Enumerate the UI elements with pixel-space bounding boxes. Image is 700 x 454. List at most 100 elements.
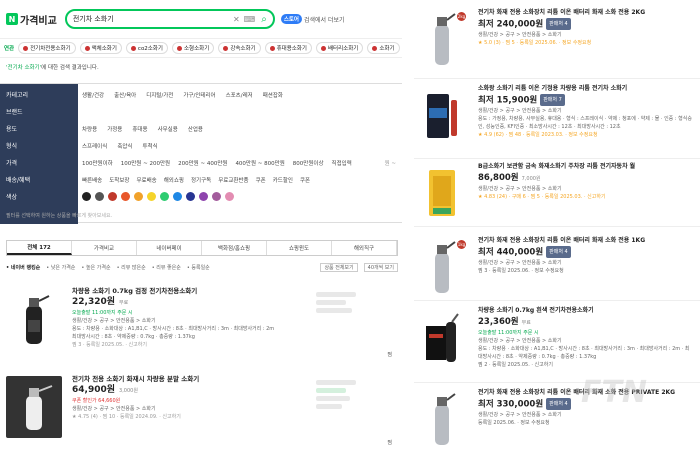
filter-option[interactable]: 100만원이하	[82, 159, 113, 167]
product-image[interactable]: 2kg	[414, 8, 470, 70]
product-image[interactable]	[414, 84, 470, 146]
product-name[interactable]: B급소화기 보관함 금속 화재소화기 주차장 리튬 전기자동차 월	[478, 162, 694, 172]
filter-option[interactable]: 도착보장	[109, 176, 129, 184]
view-filter-select[interactable]: 상품 전체보기	[320, 262, 358, 272]
tag-item[interactable]: 휴대용소화기	[264, 42, 312, 54]
filter-option[interactable]: 산업용	[188, 125, 203, 133]
page-size-select[interactable]: 40개씩 보기	[363, 262, 398, 272]
product-image[interactable]	[414, 388, 470, 450]
wishlist-button[interactable]: 찜	[387, 439, 392, 446]
color-swatch[interactable]	[121, 192, 130, 201]
product-image[interactable]	[414, 162, 470, 224]
price-range-input[interactable]: 원 ~	[385, 159, 396, 167]
product-card[interactable]: 소화왕 소화기 리튬 이온 기정용 차량용 리튬 전기차 소화기 최저 15,9…	[414, 84, 700, 154]
color-swatch[interactable]	[108, 192, 117, 201]
filter-option[interactable]: 휴대용	[132, 125, 147, 133]
filter-option[interactable]: 생활/건강	[82, 91, 104, 99]
seller-name[interactable]	[316, 396, 350, 401]
color-swatch[interactable]	[173, 192, 182, 201]
search-icon[interactable]: ⌕	[261, 14, 267, 25]
sort-option[interactable]: • 등록일순	[187, 264, 210, 271]
seller-name[interactable]	[316, 308, 352, 313]
product-name[interactable]: 전기차 화재 전용 소화장치 리튬 이온 배터리 화재 소화 전용 1KG	[478, 236, 694, 246]
tag-item[interactable]: 강속소화기	[218, 42, 261, 54]
product-name[interactable]: 소화왕 소화기 리튬 이온 기정용 차량용 리튬 전기차 소화기	[478, 84, 694, 94]
filter-option[interactable]: 무료배송	[137, 176, 157, 184]
product-image[interactable]	[6, 376, 62, 438]
tag-item[interactable]: co2소화기	[125, 42, 168, 54]
filter-option[interactable]: 차량용	[82, 125, 97, 133]
color-swatch[interactable]	[199, 192, 208, 201]
tab-department[interactable]: 백화점/홈쇼핑	[202, 241, 267, 255]
sort-option[interactable]: • 리뷰 많은순	[117, 264, 146, 271]
sort-option[interactable]: • 네이버 랭킹순	[6, 264, 40, 271]
keyboard-icon[interactable]: ⌨	[244, 15, 256, 24]
product-name[interactable]: 차량용 소화기 0.7kg 검정 전기차전용소화기	[72, 286, 282, 296]
tab-all[interactable]: 전체 172	[7, 241, 72, 255]
search-input[interactable]: 전기차 소화기 ✕ ⌨ ⌕	[64, 9, 275, 29]
seller-count-pill[interactable]: 판매처 4	[546, 246, 571, 258]
filter-option[interactable]: 해외쇼핑	[164, 176, 184, 184]
clear-icon[interactable]: ✕	[233, 15, 240, 24]
shopping-logo[interactable]: N 가격비교	[6, 12, 57, 27]
product-image[interactable]	[6, 288, 62, 350]
filter-option[interactable]: 축압식	[117, 142, 132, 150]
filter-option[interactable]: 패션잡화	[263, 91, 283, 99]
filter-option[interactable]: 출산/육아	[114, 91, 136, 99]
sort-option[interactable]: • 낮은 가격순	[46, 264, 75, 271]
seller-name[interactable]	[316, 380, 356, 385]
color-swatch[interactable]	[82, 192, 91, 201]
filter-option[interactable]: 정기구독	[191, 176, 211, 184]
color-swatch[interactable]	[186, 192, 195, 201]
product-image[interactable]	[414, 306, 470, 368]
product-name[interactable]: 차량용 소화기 0.7kg 흰색 전기차전용소화기	[478, 306, 694, 316]
filter-option[interactable]: 800만원이상	[293, 159, 324, 167]
filter-option[interactable]: 디지털/가전	[146, 91, 173, 99]
product-card[interactable]: B급소화기 보관함 금속 화재소화기 주차장 리튬 전기자동차 월 86,800…	[414, 162, 700, 222]
filter-option[interactable]: 직접입력	[332, 159, 352, 167]
filter-option[interactable]: 200만원 ~ 400만원	[178, 159, 227, 167]
filter-option[interactable]: 쿠폰	[256, 176, 266, 184]
product-row[interactable]: 차량용 소화기 0.7kg 검정 전기차전용소화기 22,320원 무료 오늘출발…	[6, 286, 398, 366]
store-search-link[interactable]: 스토어 검색에서 더보기	[280, 14, 345, 24]
color-swatch[interactable]	[134, 192, 143, 201]
filter-option[interactable]: 스포츠/레저	[226, 91, 253, 99]
product-row[interactable]: 전기차 전용 소화기 화재시 차량용 분말 소화기 64,900원 3,000원 …	[6, 374, 398, 454]
product-card[interactable]: 2kg 전기차 화재 전용 소화장치 리튬 이온 배터리 화재 소화 전용 2K…	[414, 8, 700, 70]
seller-name[interactable]	[316, 388, 346, 393]
filter-option[interactable]: 가구/인테리어	[183, 91, 215, 99]
filter-option[interactable]: 쿠폰	[300, 176, 310, 184]
filter-option[interactable]: 가정용	[107, 125, 122, 133]
tag-item[interactable]: 액체소화기	[79, 42, 122, 54]
seller-name[interactable]	[316, 300, 346, 305]
sort-option[interactable]: • 리뷰 좋은순	[152, 264, 181, 271]
product-name[interactable]: 전기차 화재 전용 소화장치 리튬 이온 배터리 화재 소화 전용 2KG	[478, 8, 694, 18]
tag-item[interactable]: 배터리소화기	[316, 42, 364, 54]
filter-option[interactable]: 100만원 ~ 200만원	[121, 159, 170, 167]
product-card[interactable]: 1kg 전기차 화재 전용 소화장치 리튬 이온 배터리 화재 소화 전용 1K…	[414, 236, 700, 298]
product-image[interactable]: 1kg	[414, 236, 470, 298]
color-swatch[interactable]	[95, 192, 104, 201]
wishlist-button[interactable]: 찜	[387, 351, 392, 358]
filter-option[interactable]: 카드할인	[273, 176, 293, 184]
seller-name[interactable]	[316, 404, 342, 409]
tab-price-compare[interactable]: 가격비교	[72, 241, 137, 255]
seller-count-pill[interactable]: 판매처 7	[540, 94, 565, 106]
filter-option[interactable]: 사무실용	[158, 125, 178, 133]
tab-naverpay[interactable]: 네이버페이	[137, 241, 202, 255]
product-name[interactable]: 전기차 전용 소화기 화재시 차량용 분말 소화기	[72, 374, 282, 384]
sort-option[interactable]: • 높은 가격순	[81, 264, 110, 271]
filter-option[interactable]: 스프레이식	[82, 142, 107, 150]
filter-option[interactable]: 400만원 ~ 800만원	[235, 159, 284, 167]
filter-option[interactable]: 빠른배송	[82, 176, 102, 184]
seller-count-pill[interactable]: 판매처 4	[546, 18, 571, 30]
color-swatch[interactable]	[160, 192, 169, 201]
filter-option[interactable]: 투척식	[143, 142, 158, 150]
tab-overseas[interactable]: 해외직구	[332, 241, 397, 255]
color-swatch[interactable]	[212, 192, 221, 201]
tag-item[interactable]: 소화기	[367, 42, 400, 54]
tag-item[interactable]: 전기차전용소화기	[18, 42, 76, 54]
tag-item[interactable]: 소형소화기	[172, 42, 215, 54]
color-swatch[interactable]	[147, 192, 156, 201]
color-swatch[interactable]	[225, 192, 234, 201]
